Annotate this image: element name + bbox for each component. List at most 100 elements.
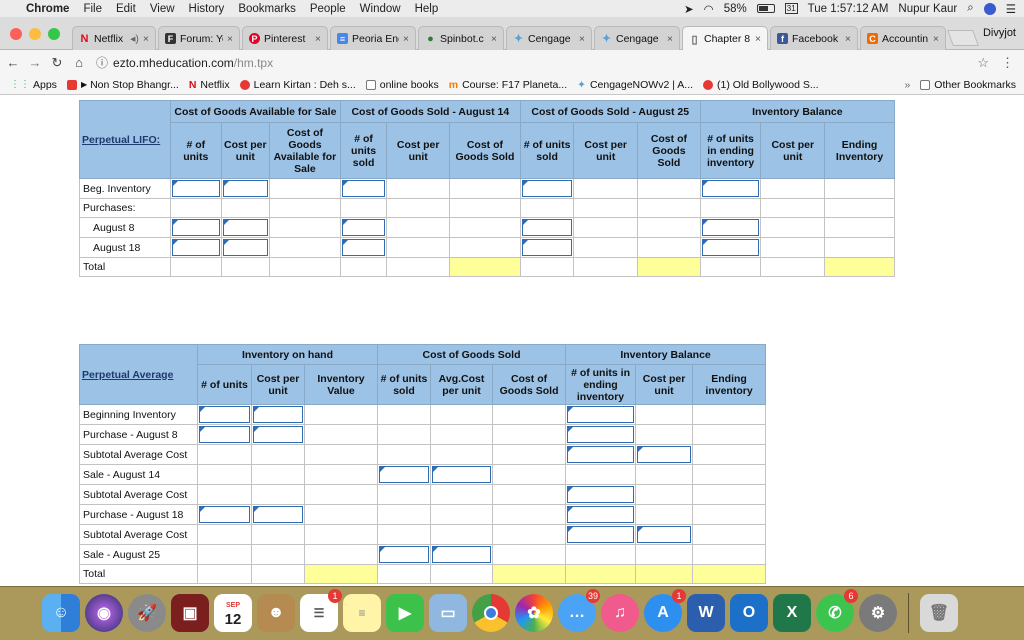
speaker-icon[interactable]: ◂): [130, 33, 139, 45]
more-bookmarks-icon[interactable]: »: [904, 79, 910, 91]
input-ending-units-3[interactable]: [701, 239, 760, 256]
calendar-icon[interactable]: SEP 12: [214, 594, 252, 632]
tab-cengage-1[interactable]: ✦ Cengage ×: [506, 26, 592, 50]
close-icon[interactable]: ×: [579, 33, 585, 45]
tab-spinbot[interactable]: ● Spinbot.c ×: [418, 26, 504, 50]
menu-app-name[interactable]: Chrome: [26, 3, 69, 15]
address-bar[interactable]: ⓘ ezto.mheducation.com/hm.tpx: [96, 53, 976, 73]
input-avg-cost-7[interactable]: [637, 526, 692, 543]
photo-booth-icon[interactable]: ▣: [171, 594, 209, 632]
system-preferences-icon[interactable]: ⚙: [859, 594, 897, 632]
input-avg-ending-units-3[interactable]: [567, 446, 635, 463]
spotlight-search-icon[interactable]: ⌕: [967, 2, 973, 15]
bookmark-star-icon[interactable]: ☆: [977, 55, 989, 71]
bookmark-other[interactable]: Other Bookmarks: [920, 79, 1016, 91]
finder-icon[interactable]: ☺: [42, 594, 80, 632]
minimize-window-button[interactable]: [29, 28, 41, 40]
close-icon[interactable]: ×: [315, 33, 321, 45]
total-ending-units[interactable]: [565, 564, 637, 584]
reminders-icon[interactable]: ☰ 1: [300, 589, 342, 632]
launchpad-icon[interactable]: 🚀: [128, 594, 166, 632]
chrome-menu-icon[interactable]: ⋮: [1001, 55, 1014, 71]
messages-icon[interactable]: … 39: [558, 589, 600, 632]
input-aug14-units-3[interactable]: [341, 239, 386, 256]
tab-accounting[interactable]: C Accountin ×: [860, 26, 946, 50]
close-icon[interactable]: ×: [755, 33, 761, 45]
total-ending-cost[interactable]: [635, 564, 694, 584]
menu-history[interactable]: History: [189, 3, 225, 15]
menu-window[interactable]: Window: [360, 3, 401, 15]
trash-icon[interactable]: 🗑: [920, 594, 958, 632]
zoom-window-button[interactable]: [48, 28, 60, 40]
tab-netflix[interactable]: N Netflix ◂) ×: [72, 26, 156, 50]
bookmark-bollywood[interactable]: (1) Old Bollywood S...: [703, 79, 819, 91]
menu-view[interactable]: View: [150, 3, 175, 15]
input-aug14-units-2[interactable]: [341, 219, 386, 236]
input-aug18-units[interactable]: [172, 239, 220, 256]
word-icon[interactable]: W: [687, 594, 725, 632]
menu-people[interactable]: People: [310, 3, 346, 15]
tab-chapter-8[interactable]: ▯ Chapter 8 ×: [682, 26, 768, 51]
close-icon[interactable]: ×: [933, 33, 939, 45]
total-inventory-value[interactable]: [303, 564, 379, 584]
input-avg-beg-units[interactable]: [199, 406, 250, 423]
input-avg-ending-units-7[interactable]: [567, 526, 635, 543]
excel-icon[interactable]: X: [773, 594, 811, 632]
input-aug25-units-2[interactable]: [521, 219, 573, 236]
input-aug8-units[interactable]: [172, 219, 220, 236]
close-window-button[interactable]: [10, 28, 22, 40]
tab-forum[interactable]: F Forum: Yo ×: [158, 26, 240, 50]
bookmark-kirtan[interactable]: Learn Kirtan : Deh s...: [239, 79, 356, 91]
new-tab-button[interactable]: [947, 30, 979, 46]
app-store-icon[interactable]: A1: [644, 589, 686, 632]
menu-file[interactable]: File: [83, 3, 102, 15]
input-avg-aug18-units[interactable]: [199, 506, 250, 523]
reload-icon[interactable]: ↻: [48, 55, 66, 71]
menu-edit[interactable]: Edit: [116, 3, 136, 15]
forward-arrow-icon[interactable]: →: [26, 55, 44, 70]
user-name[interactable]: Nupur Kaur: [898, 3, 957, 15]
input-avg-aug8-units[interactable]: [199, 426, 250, 443]
notes-icon[interactable]: ≡: [343, 594, 381, 632]
notification-center-icon[interactable]: ☰: [1006, 2, 1016, 16]
input-avg-ending-units-6[interactable]: [567, 506, 635, 523]
input-avg-ending-units-1[interactable]: [567, 406, 635, 423]
back-arrow-icon[interactable]: ←: [4, 55, 22, 70]
input-ending-units[interactable]: [701, 180, 760, 197]
wifi-icon[interactable]: ◠: [704, 2, 714, 16]
input-aug18-cost[interactable]: [222, 239, 269, 256]
chrome-icon[interactable]: [472, 594, 510, 632]
battery-percent[interactable]: 58%: [724, 3, 747, 15]
input-avg-cost-3[interactable]: [637, 446, 692, 463]
profile-name[interactable]: Divyjot: [983, 27, 1016, 39]
tab-facebook[interactable]: f Facebook ×: [770, 26, 858, 50]
close-icon[interactable]: ×: [845, 33, 851, 45]
whatsapp-icon[interactable]: ✆ 6: [816, 589, 858, 632]
menu-bookmarks[interactable]: Bookmarks: [238, 3, 296, 15]
close-icon[interactable]: ×: [403, 33, 409, 45]
input-aug25-units-3[interactable]: [521, 239, 573, 256]
total-cogs[interactable]: [492, 564, 567, 584]
input-avg-ending-units-5[interactable]: [567, 486, 635, 503]
input-beg-units[interactable]: [172, 180, 220, 197]
tab-peoria[interactable]: ≡ Peoria Eng ×: [330, 26, 416, 50]
siri-icon[interactable]: [983, 2, 996, 15]
facetime-icon[interactable]: ▶: [386, 594, 424, 632]
home-icon[interactable]: ⌂: [70, 55, 88, 70]
bookmark-bhangra[interactable]: ▶ Non Stop Bhangr...: [66, 79, 179, 91]
input-aug25-units[interactable]: [521, 180, 573, 197]
clock[interactable]: Tue 1:57:12 AM: [808, 3, 889, 15]
input-avg-aug18-cost[interactable]: [253, 506, 303, 523]
input-aug8-cost[interactable]: [222, 219, 269, 236]
input-avg-ending-units-2[interactable]: [567, 426, 635, 443]
tab-pinterest[interactable]: P Pinterest ×: [242, 26, 328, 50]
input-avg-aug8-cost[interactable]: [253, 426, 303, 443]
outlook-icon[interactable]: O: [730, 594, 768, 632]
itunes-icon[interactable]: ♫: [601, 594, 639, 632]
siri-icon[interactable]: ◉: [85, 594, 123, 632]
bookmark-online-books[interactable]: online books: [365, 79, 439, 91]
bookmark-cengagenow[interactable]: ✦ CengageNOWv2 | A...: [577, 79, 693, 91]
contacts-icon[interactable]: ☻: [257, 594, 295, 632]
close-icon[interactable]: ×: [227, 33, 233, 45]
calendar-menu-icon[interactable]: 31: [784, 3, 798, 14]
